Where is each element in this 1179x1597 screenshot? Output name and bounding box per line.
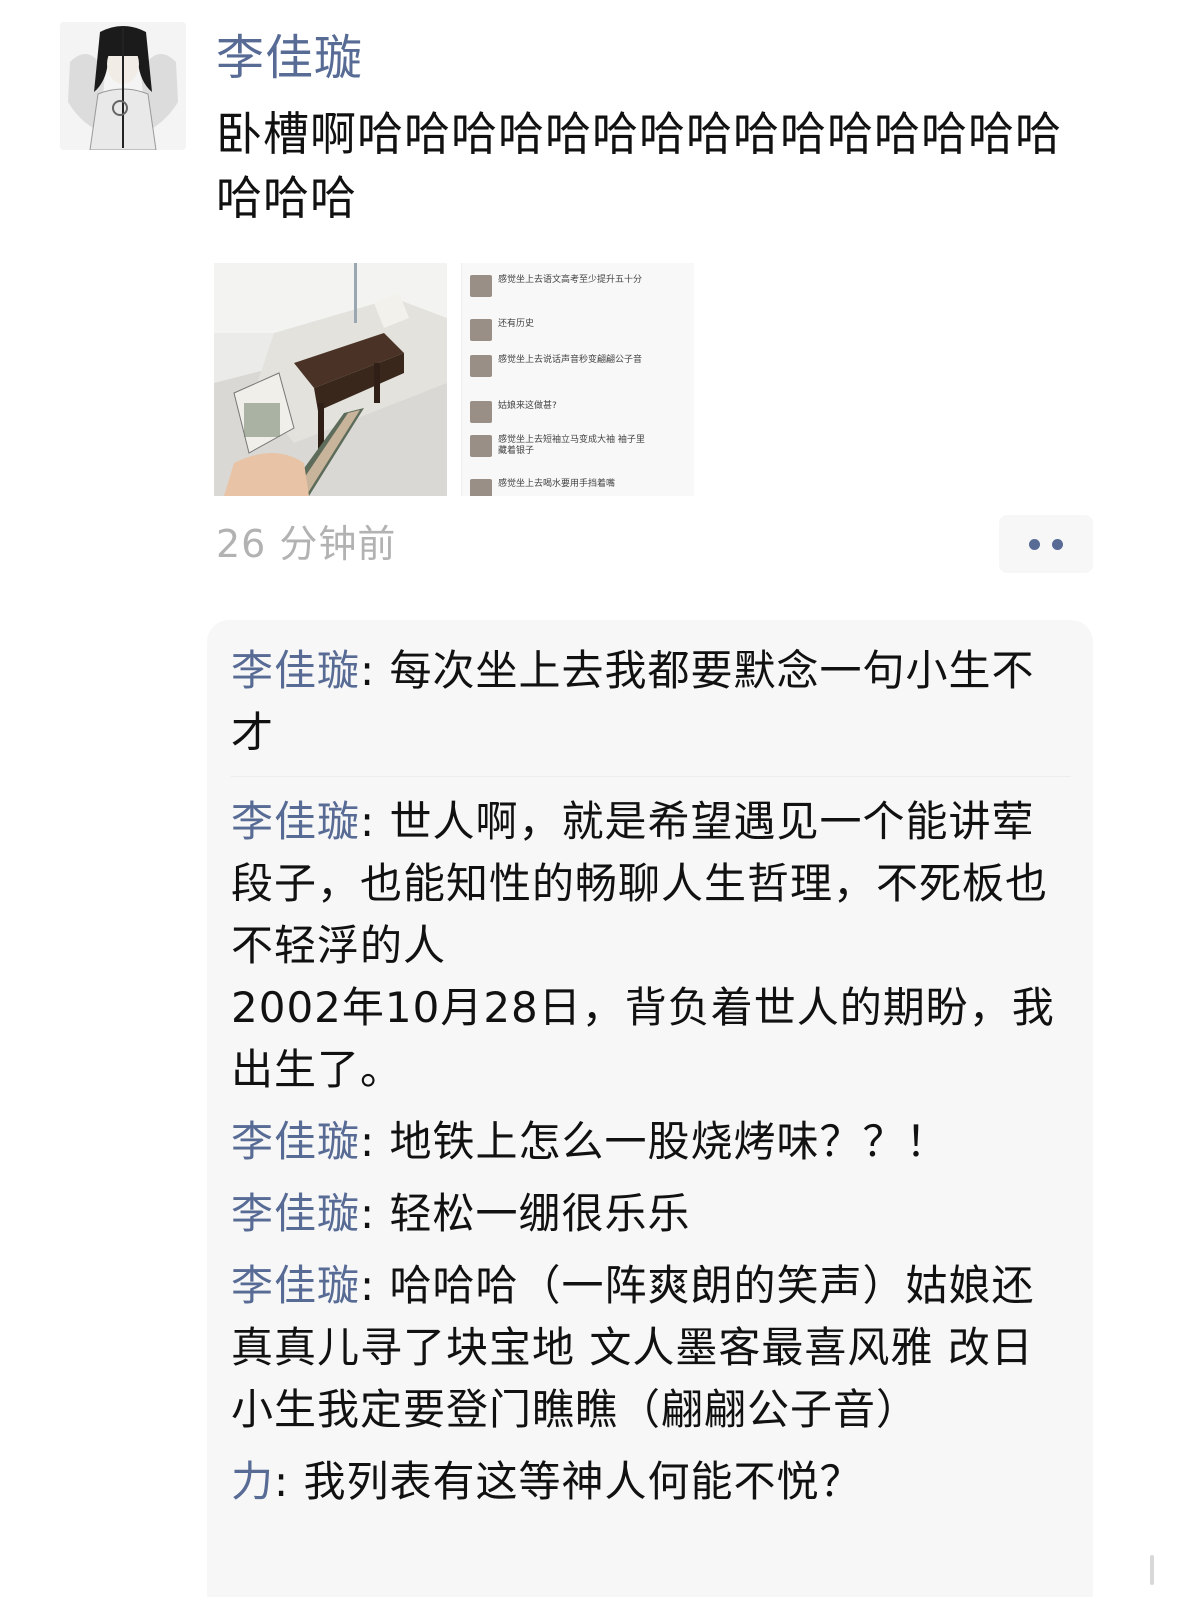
chat-line: 感觉坐上去语文高考至少提升五十分 (470, 275, 648, 297)
comment-author[interactable]: 力 (231, 1457, 274, 1506)
chat-line: 姑娘来这做甚? (470, 401, 648, 423)
chat-avatar-icon (470, 479, 492, 496)
post-text: 卧槽啊哈哈哈哈哈哈哈哈哈哈哈哈哈哈哈哈哈哈 (216, 107, 1062, 225)
chat-avatar-icon (470, 275, 492, 297)
post-image-2[interactable]: 感觉坐上去语文高考至少提升五十分 还有历史 感觉坐上去说话声音秒变翩翩公子音 姑… (461, 263, 694, 496)
avatar-illustration-icon (60, 22, 186, 150)
chat-line: 感觉坐上去说话声音秒变翩翩公子音 (470, 355, 648, 377)
chat-line: 感觉坐上去短袖立马变成大袖 袖子里藏着银子 (470, 435, 648, 457)
comment-item[interactable]: 李佳璇: 每次坐上去我都要默念一句小生不才 (231, 640, 1071, 777)
comment-text: 我列表有这等神人何能不悦？ (303, 1457, 863, 1506)
chat-avatar-icon (470, 355, 492, 377)
moments-post: 李佳璇 卧槽啊哈哈哈哈哈哈哈哈哈哈哈哈哈哈哈哈哈哈 感觉坐上去语文高考至少提升五… (0, 0, 1179, 1597)
comment-author[interactable]: 李佳璇 (231, 1261, 360, 1310)
more-actions-button[interactable] (999, 515, 1093, 573)
comment-item[interactable]: 李佳璇: 地铁上怎么一股烧烤味？？！ (231, 1111, 1071, 1173)
avatar[interactable] (60, 22, 186, 150)
more-dots-icon (1029, 538, 1040, 550)
chat-avatar-icon (470, 319, 492, 341)
post-author-name[interactable]: 李佳璇 (216, 28, 363, 88)
photo-sofa-icon (214, 263, 447, 496)
comment-author[interactable]: 李佳璇 (231, 646, 360, 695)
comment-author[interactable]: 李佳璇 (231, 1117, 360, 1166)
comment-list: 李佳璇: 每次坐上去我都要默念一句小生不才 李佳璇: 世人啊，就是希望遇见一个能… (207, 620, 1093, 1597)
post-image-1[interactable] (214, 263, 447, 496)
comment-author[interactable]: 李佳璇 (231, 1189, 360, 1238)
chat-avatar-icon (470, 435, 492, 457)
comment-item[interactable]: 李佳璇: 轻松一绷很乐乐 (231, 1183, 1071, 1245)
more-dots-icon (1052, 538, 1063, 550)
chat-line: 还有历史 (470, 319, 648, 341)
comment-item[interactable]: 李佳璇: 哈哈哈（一阵爽朗的笑声）姑娘还真真儿寻了块宝地 文人墨客最喜风雅 改日… (231, 1255, 1071, 1441)
post-image-grid: 感觉坐上去语文高考至少提升五十分 还有历史 感觉坐上去说话声音秒变翩翩公子音 姑… (214, 263, 694, 496)
comment-text: 轻松一绷很乐乐 (389, 1189, 691, 1238)
comment-text: 地铁上怎么一股烧烤味？？！ (389, 1117, 949, 1166)
chat-avatar-icon (470, 401, 492, 423)
comment-item[interactable]: 力: 我列表有这等神人何能不悦？ (231, 1451, 1071, 1513)
scrollbar[interactable] (1150, 1555, 1154, 1585)
comment-author[interactable]: 李佳璇 (231, 797, 360, 846)
chat-line: 感觉坐上去喝水要用手挡着嘴 (470, 479, 648, 496)
comment-item[interactable]: 李佳璇: 世人啊，就是希望遇见一个能讲荤段子，也能知性的畅聊人生哲理，不死板也不… (231, 791, 1071, 1101)
post-timestamp: 26 分钟前 (216, 522, 397, 566)
